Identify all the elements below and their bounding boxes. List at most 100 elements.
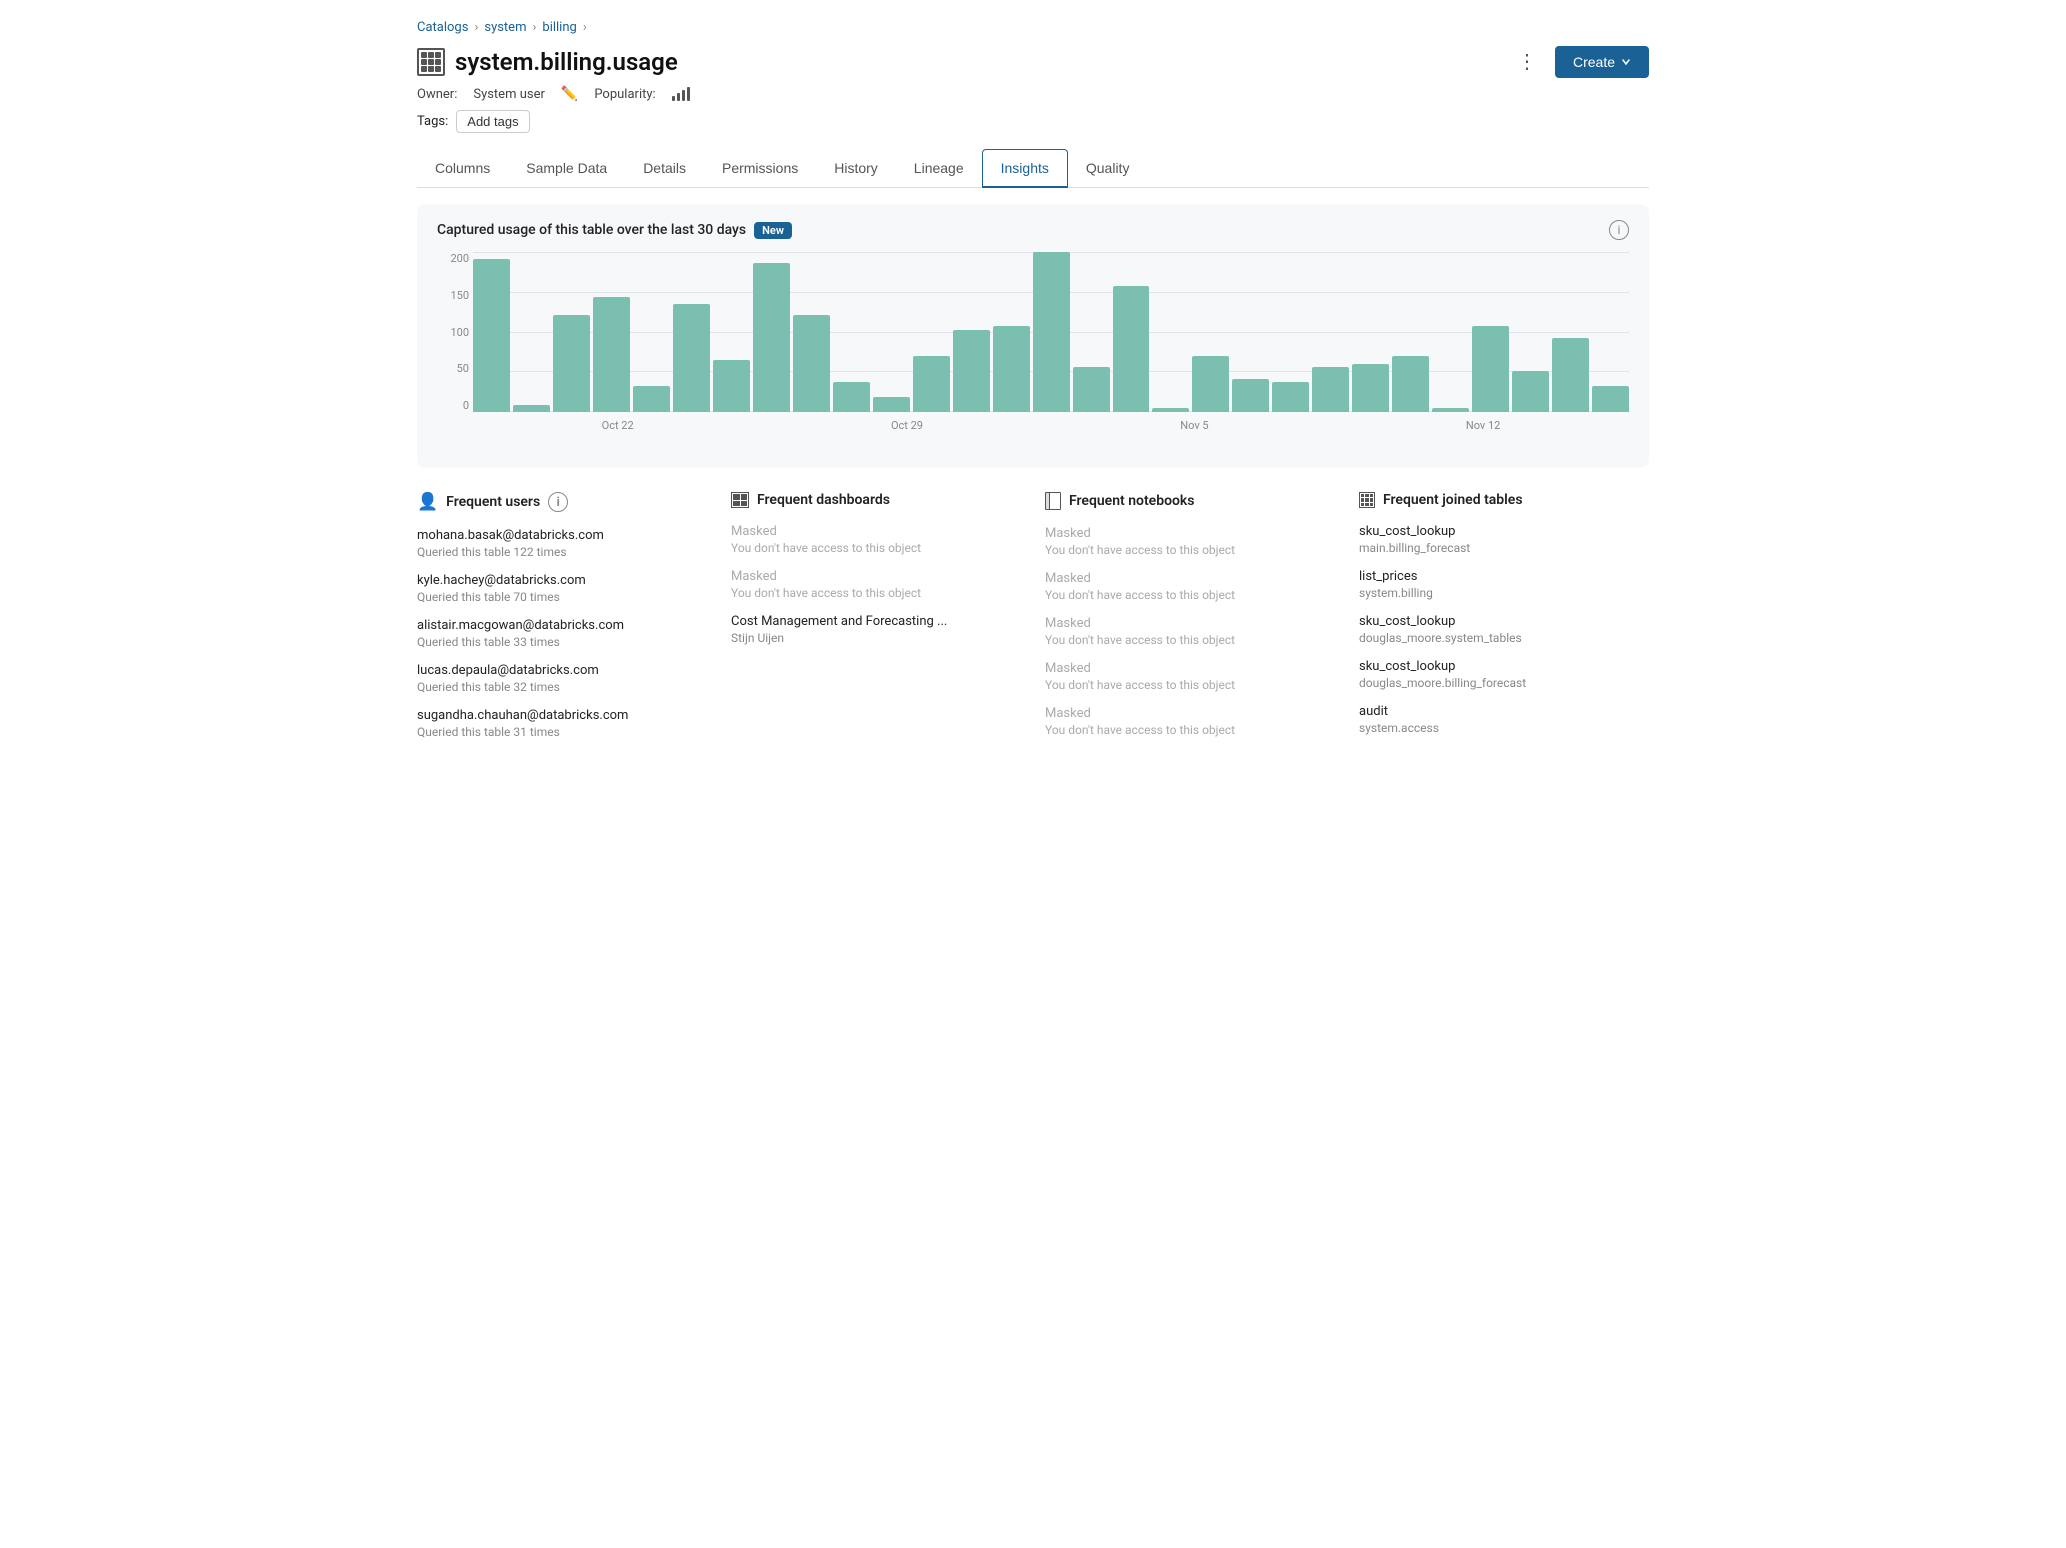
joined-table-icon (1359, 492, 1375, 508)
chart-bar (913, 356, 950, 412)
tab-columns[interactable]: Columns (417, 149, 508, 188)
chart-bar (1352, 364, 1389, 412)
popularity-label: Popularity: (594, 87, 655, 102)
chart-bar (1472, 326, 1509, 412)
chart-bar (593, 297, 630, 412)
new-badge: New (754, 222, 792, 239)
meta-row: Owner: System user ✏️ Popularity: (417, 86, 1649, 102)
chart-bar (1512, 371, 1549, 412)
breadcrumb-catalogs[interactable]: Catalogs (417, 20, 468, 35)
frequent-notebooks-section: Frequent notebooks Masked You don't have… (1045, 492, 1335, 753)
chart-bar (1432, 408, 1469, 412)
list-item: sugandha.chauhan@databricks.com Queried … (417, 708, 707, 739)
list-item: Masked You don't have access to this obj… (1045, 706, 1335, 737)
chart-bar (473, 259, 510, 412)
chart-bar (673, 304, 710, 412)
y-label-200: 200 (437, 252, 469, 265)
more-button[interactable]: ⋮ (1509, 45, 1545, 78)
list-item: Masked You don't have access to this obj… (731, 524, 1021, 555)
list-item: sku_cost_lookup main.billing_forecast (1359, 524, 1649, 555)
tab-insights[interactable]: Insights (982, 149, 1068, 188)
list-item: Masked You don't have access to this obj… (1045, 661, 1335, 692)
x-label-oct29: Oct 29 (891, 419, 923, 432)
tags-row: Tags: Add tags (417, 110, 1649, 133)
chart-bar (993, 326, 1030, 412)
person-icon: 👤 (417, 492, 438, 512)
frequent-joined-tables-list: sku_cost_lookup main.billing_forecast li… (1359, 524, 1649, 735)
list-item: audit system.access (1359, 704, 1649, 735)
create-button[interactable]: Create (1555, 46, 1649, 78)
tab-quality[interactable]: Quality (1068, 149, 1148, 188)
tab-details[interactable]: Details (625, 149, 704, 188)
chart-bar (553, 315, 590, 412)
table-icon (417, 48, 445, 76)
usage-title: Captured usage of this table over the la… (437, 222, 792, 239)
list-item: kyle.hachey@databricks.com Queried this … (417, 573, 707, 604)
notebook-icon (1045, 492, 1061, 510)
tab-history[interactable]: History (816, 149, 896, 188)
frequent-notebooks-title: Frequent notebooks (1045, 492, 1335, 510)
chart-bar (953, 330, 990, 412)
y-label-50: 50 (437, 362, 469, 375)
content-area: Captured usage of this table over the la… (417, 188, 1649, 753)
frequent-dashboards-section: Frequent dashboards Masked You don't hav… (731, 492, 1021, 753)
x-label-nov5: Nov 5 (1180, 419, 1208, 432)
chart-bar (713, 360, 750, 412)
list-item: sku_cost_lookup douglas_moore.system_tab… (1359, 614, 1649, 645)
dashboard-icon (731, 492, 749, 508)
header-actions: ⋮ Create (1509, 45, 1649, 78)
list-item: Masked You don't have access to this obj… (1045, 526, 1335, 557)
chart-area: 200 150 100 50 0 (437, 252, 1629, 452)
list-item: mohana.basak@databricks.com Queried this… (417, 528, 707, 559)
chart-bar (753, 263, 790, 412)
list-item: Cost Management and Forecasting ... Stij… (731, 614, 1021, 645)
breadcrumb-billing[interactable]: billing (542, 20, 576, 35)
x-label-nov12: Nov 12 (1466, 419, 1500, 432)
chart-bar (1192, 356, 1229, 412)
chart-bar (1552, 338, 1589, 412)
list-item: Masked You don't have access to this obj… (731, 569, 1021, 600)
usage-header: Captured usage of this table over the la… (437, 220, 1629, 240)
tabs-bar: Columns Sample Data Details Permissions … (417, 149, 1649, 188)
y-label-0: 0 (437, 399, 469, 412)
popularity-bars (672, 87, 690, 101)
y-label-150: 150 (437, 289, 469, 302)
x-label-oct22: Oct 22 (602, 419, 634, 432)
frequent-dashboards-list: Masked You don't have access to this obj… (731, 524, 1021, 645)
tab-sample-data[interactable]: Sample Data (508, 149, 625, 188)
page-header: system.billing.usage ⋮ Create (417, 45, 1649, 78)
frequent-users-info-icon[interactable]: i (548, 492, 568, 512)
info-icon[interactable]: i (1609, 220, 1629, 240)
frequent-users-title: 👤 Frequent users i (417, 492, 707, 512)
list-item: lucas.depaula@databricks.com Queried thi… (417, 663, 707, 694)
add-tags-button[interactable]: Add tags (456, 110, 529, 133)
breadcrumb-system[interactable]: system (484, 20, 526, 35)
chart-bar (833, 382, 870, 412)
breadcrumb: Catalogs › system › billing › (417, 20, 1649, 35)
frequent-users-list: mohana.basak@databricks.com Queried this… (417, 528, 707, 739)
chart-bar (873, 397, 910, 412)
frequent-joined-tables-title: Frequent joined tables (1359, 492, 1649, 508)
chart-bar (1073, 367, 1110, 412)
edit-icon[interactable]: ✏️ (561, 86, 578, 102)
chart-bar (793, 315, 830, 412)
list-item: Masked You don't have access to this obj… (1045, 616, 1335, 647)
frequent-joined-tables-section: Frequent joined tables sku_cost_lookup m… (1359, 492, 1649, 753)
page-title: system.billing.usage (455, 48, 678, 76)
frequent-dashboards-title: Frequent dashboards (731, 492, 1021, 508)
owner-label: Owner: (417, 87, 457, 102)
title-group: system.billing.usage (417, 48, 678, 76)
tab-lineage[interactable]: Lineage (896, 149, 982, 188)
chart-bar (1033, 252, 1070, 412)
list-item: list_prices system.billing (1359, 569, 1649, 600)
tags-label: Tags: (417, 114, 448, 129)
frequent-notebooks-list: Masked You don't have access to this obj… (1045, 526, 1335, 737)
chart-bar (1232, 379, 1269, 412)
sections-grid: 👤 Frequent users i mohana.basak@databric… (417, 492, 1649, 753)
usage-title-text: Captured usage of this table over the la… (437, 222, 746, 238)
owner-value: System user (473, 87, 545, 102)
chart-bar (513, 405, 550, 412)
list-item: alistair.macgowan@databricks.com Queried… (417, 618, 707, 649)
frequent-users-section: 👤 Frequent users i mohana.basak@databric… (417, 492, 707, 753)
tab-permissions[interactable]: Permissions (704, 149, 816, 188)
